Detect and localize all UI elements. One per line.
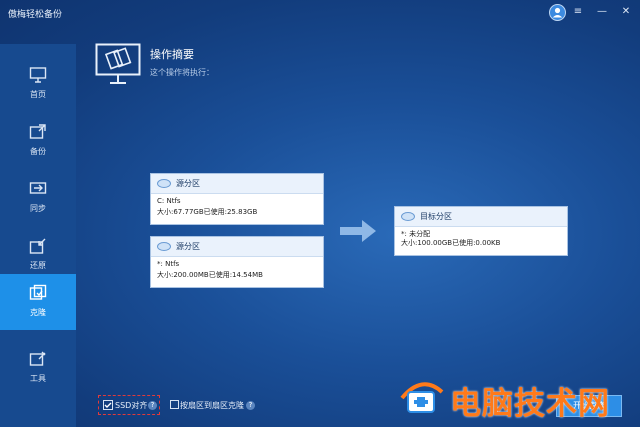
partition-size: 大小:67.77GB已使用:25.83GB [157, 208, 258, 216]
sector-clone-label: 按扇区到扇区克隆 [180, 401, 244, 410]
partition-size: 大小:200.00MB已使用:14.54MB [157, 271, 263, 279]
title-bar: 傲梅轻松备份 ≡ — ✕ [0, 0, 640, 26]
card-header: 源分区 [151, 237, 323, 257]
sidebar-item-label: 同步 [30, 204, 46, 213]
sidebar-item-label: 首页 [30, 90, 46, 99]
clone-monitor-icon [95, 43, 141, 84]
disk-icon [157, 242, 171, 251]
sidebar-item-label: 工具 [30, 374, 46, 383]
sector-clone-checkbox[interactable] [170, 400, 179, 409]
home-monitor-icon [29, 67, 47, 83]
partition-name: 目标分区 [420, 212, 452, 221]
sidebar-item-backup[interactable]: 备份 [0, 113, 76, 169]
clone-icon [29, 284, 47, 300]
disk-icon [401, 212, 415, 221]
partition-name: 源分区 [176, 242, 200, 251]
page-subtitle: 这个操作将执行： [150, 68, 214, 77]
minimize-button[interactable]: — [594, 4, 610, 20]
ssd-align-checkbox[interactable] [103, 400, 113, 410]
partition-name: 源分区 [176, 179, 200, 188]
ssd-align-label: SSD对齐 [115, 401, 148, 410]
sidebar-item-label: 备份 [30, 147, 46, 156]
source-partition-card: 源分区 C: Ntfs 大小:67.77GB已使用:25.83GB [150, 173, 324, 225]
sidebar-item-tools[interactable]: 工具 [0, 340, 76, 396]
close-button[interactable]: ✕ [618, 4, 634, 20]
source-partition-card: 源分区 *: Ntfs 大小:200.00MB已使用:14.54MB [150, 236, 324, 288]
partition-info: C: Ntfs [157, 197, 181, 205]
card-header: 源分区 [151, 174, 323, 194]
menu-icon[interactable]: ≡ [570, 4, 586, 20]
backup-icon [29, 124, 46, 139]
restore-icon [29, 238, 46, 254]
card-header: 目标分区 [395, 207, 567, 227]
user-avatar-icon[interactable] [549, 4, 566, 21]
arrow-right-icon [340, 220, 376, 242]
sidebar-item-label: 克隆 [30, 308, 46, 317]
help-icon[interactable]: ? [246, 401, 255, 410]
tools-icon [29, 351, 46, 366]
watermark-text: 电脑技术网 [450, 386, 610, 422]
watermark-logo-icon [400, 382, 444, 413]
sync-icon [29, 182, 47, 194]
sidebar-item-sync[interactable]: 同步 [0, 170, 76, 226]
help-icon[interactable]: ? [148, 401, 157, 410]
destination-partition-card: 目标分区 *: 未分配 大小:100.00GB已使用:0.00KB [394, 206, 568, 256]
sidebar-item-label: 还原 [30, 261, 46, 270]
disk-icon [157, 179, 171, 188]
app-title: 傲梅轻松备份 [8, 10, 63, 20]
partition-size: 大小:100.00GB已使用:0.00KB [401, 239, 501, 247]
partition-info: *: Ntfs [157, 260, 180, 268]
page-title: 操作摘要 [150, 48, 194, 61]
sidebar-item-home[interactable]: 首页 [0, 56, 76, 112]
sidebar-item-clone[interactable]: 克隆 [0, 274, 76, 330]
sidebar: 首页 备份 同步 还原 克隆 工具 [0, 44, 76, 427]
